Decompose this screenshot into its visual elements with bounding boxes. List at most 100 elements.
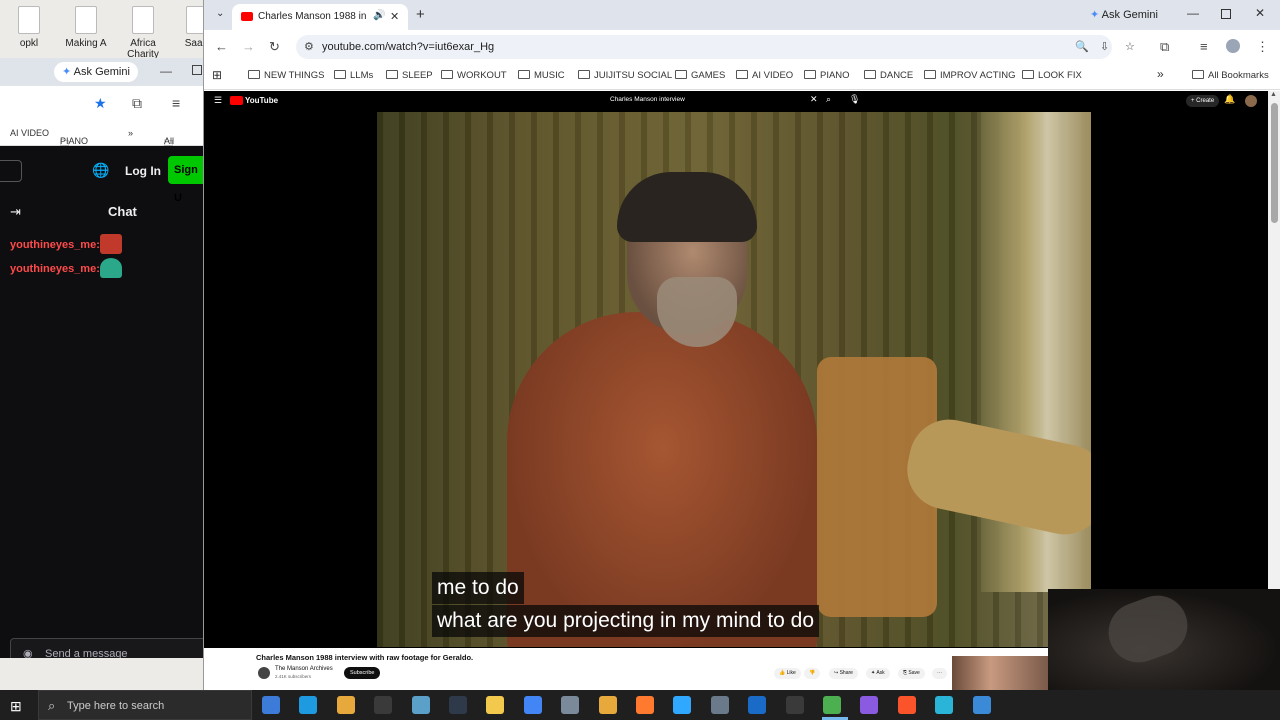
- all-bookmarks-button[interactable]: All Bookmarks: [1192, 70, 1269, 81]
- bookmark-item[interactable]: WORKOUT: [441, 70, 507, 81]
- minimize-icon[interactable]: —: [160, 64, 172, 78]
- windows-start-icon[interactable]: ⊞: [10, 698, 22, 715]
- desktop-icon[interactable]: opkl: [0, 6, 58, 49]
- taskbar-app-icon[interactable]: [935, 696, 954, 714]
- taskbar-app-icon[interactable]: [598, 696, 617, 714]
- recommended-video-thumbnail[interactable]: [952, 656, 1048, 690]
- taskbar-app-icon[interactable]: [299, 696, 318, 714]
- save-button[interactable]: ⎘ Save: [898, 668, 925, 679]
- new-tab-icon[interactable]: +: [416, 6, 425, 23]
- bookmark-item[interactable]: LOOK FIX: [1022, 70, 1082, 81]
- forward-icon[interactable]: →: [242, 39, 255, 54]
- desktop-icon[interactable]: Making A: [57, 6, 115, 49]
- back-icon[interactable]: ←: [215, 39, 228, 54]
- youtube-logo-text[interactable]: YouTube: [245, 96, 278, 105]
- media-controls-icon[interactable]: ≡: [1200, 39, 1208, 54]
- extensions-icon[interactable]: ⧉: [1160, 39, 1169, 55]
- bookmark-item[interactable]: IMPROV ACTING: [924, 70, 1015, 81]
- taskbar-app-icon[interactable]: [710, 696, 729, 714]
- close-window-icon[interactable]: ✕: [1255, 6, 1265, 20]
- zoom-icon[interactable]: 🔍: [1075, 40, 1089, 53]
- taskbar-app-icon[interactable]: [972, 696, 991, 714]
- star-icon[interactable]: ★: [94, 95, 107, 112]
- search-box[interactable]: [0, 160, 22, 182]
- youtube-logo-icon[interactable]: [230, 96, 243, 105]
- maximize-icon[interactable]: [1221, 9, 1231, 19]
- login-button[interactable]: Log In: [125, 164, 161, 178]
- ask-gemini-button[interactable]: ✦ Ask Gemini: [54, 62, 138, 82]
- taskbar-app-icon[interactable]: [673, 696, 692, 714]
- bookmark-item[interactable]: MUSIC: [518, 70, 565, 81]
- bookmark-item[interactable]: AI VIDEO: [736, 70, 793, 81]
- chevron-right-icon[interactable]: »: [1157, 67, 1164, 81]
- url-text[interactable]: youtube.com/watch?v=iut6exar_Hg: [322, 41, 494, 53]
- taskbar-app-icon[interactable]: [748, 696, 767, 714]
- signup-button[interactable]: Sign U: [168, 156, 204, 204]
- taskbar-app-icon[interactable]: [823, 696, 841, 714]
- dislike-button[interactable]: 👎: [804, 668, 821, 679]
- speaker-icon[interactable]: 🔊: [373, 10, 385, 21]
- scroll-up-icon[interactable]: ▲: [1270, 91, 1277, 98]
- taskbar-app-icon[interactable]: [860, 696, 879, 714]
- chat-input[interactable]: ◉ Send a message: [10, 638, 204, 658]
- scrollbar-thumb[interactable]: [1271, 103, 1278, 223]
- taskbar-app-icon[interactable]: [897, 696, 916, 714]
- taskbar-app-icon[interactable]: [262, 696, 280, 714]
- bookmark-item[interactable]: GAMES: [675, 70, 725, 81]
- extensions-icon[interactable]: ⧉: [132, 95, 142, 112]
- channel-avatar[interactable]: [258, 667, 270, 679]
- search-icon[interactable]: ⌕: [826, 94, 831, 105]
- site-info-icon[interactable]: ⚙: [304, 40, 314, 53]
- microphone-icon[interactable]: 🎙: [849, 94, 860, 105]
- ask-button[interactable]: ✦ Ask: [866, 668, 890, 679]
- taskbar-app-icon[interactable]: [336, 696, 355, 714]
- create-button[interactable]: + Create: [1186, 95, 1220, 107]
- youtube-search-input[interactable]: Charles Manson interview: [610, 96, 685, 103]
- hamburger-menu-icon[interactable]: ☰: [214, 95, 222, 106]
- bookmark-item[interactable]: NEW THINGS: [248, 70, 325, 81]
- channel-name[interactable]: The Manson Archives: [275, 666, 333, 672]
- avatar[interactable]: [1245, 95, 1257, 107]
- clear-search-icon[interactable]: ✕: [810, 94, 818, 105]
- taskbar-app-icon[interactable]: [523, 696, 542, 714]
- profile-avatar[interactable]: [1226, 39, 1240, 53]
- taskbar-app-icon[interactable]: [486, 696, 505, 714]
- media-icon[interactable]: ≡: [172, 95, 180, 111]
- bookmark-item[interactable]: AI VIDEO: [10, 128, 49, 138]
- maximize-icon[interactable]: [192, 65, 202, 75]
- taskbar-app-icon[interactable]: [411, 696, 430, 714]
- desktop-icon[interactable]: Africa Charity: [114, 6, 172, 60]
- bookmark-item[interactable]: SLEEP: [386, 70, 433, 81]
- taskbar-app-icon[interactable]: [785, 696, 804, 714]
- share-button[interactable]: ↪ Share: [829, 668, 858, 679]
- minimize-icon[interactable]: —: [1187, 6, 1199, 20]
- bookmark-item[interactable]: JUIJITSU SOCIAL: [578, 70, 672, 81]
- apps-icon[interactable]: ⊞: [212, 68, 222, 82]
- ask-gemini-button[interactable]: ✦ Ask Gemini: [1082, 4, 1168, 26]
- taskbar-app-icon[interactable]: [449, 696, 467, 714]
- taskbar-app-icon[interactable]: [374, 696, 393, 714]
- reload-icon[interactable]: ↻: [269, 39, 280, 55]
- bookmark-item[interactable]: DANCE: [864, 70, 913, 81]
- more-actions-icon[interactable]: ⋯: [932, 668, 947, 679]
- tab-search-icon[interactable]: ⌄: [216, 8, 224, 19]
- chat-username[interactable]: youthineyes_me: [10, 239, 96, 251]
- globe-icon[interactable]: 🌐: [92, 162, 109, 179]
- taskbar-search[interactable]: ⌕ Type here to search: [38, 690, 252, 720]
- bookmark-item[interactable]: PIANO: [804, 70, 850, 81]
- chevron-right-icon[interactable]: »: [128, 128, 133, 138]
- collapse-chat-icon[interactable]: ⇥: [10, 204, 21, 220]
- taskbar-app-icon[interactable]: [636, 696, 654, 714]
- notifications-icon[interactable]: 🔔: [1224, 94, 1235, 105]
- install-icon[interactable]: ⇩: [1100, 40, 1109, 53]
- video-player[interactable]: me to do what are you projecting in my m…: [377, 112, 1091, 647]
- chat-username[interactable]: youthineyes_me: [10, 263, 96, 275]
- subscribe-button[interactable]: Subscribe: [344, 667, 381, 679]
- bookmark-star-icon[interactable]: ☆: [1125, 40, 1135, 53]
- tab-youtube[interactable]: Charles Manson 1988 interview 🔊 ✕: [232, 4, 408, 30]
- bookmark-item[interactable]: LLMs: [334, 70, 373, 81]
- like-button[interactable]: 👍 Like: [774, 668, 801, 679]
- menu-icon[interactable]: ⋮: [1256, 39, 1269, 55]
- address-bar[interactable]: ⚙ youtube.com/watch?v=iut6exar_Hg 🔍 ⇩ ☆: [296, 35, 1135, 59]
- close-tab-icon[interactable]: ✕: [390, 10, 399, 23]
